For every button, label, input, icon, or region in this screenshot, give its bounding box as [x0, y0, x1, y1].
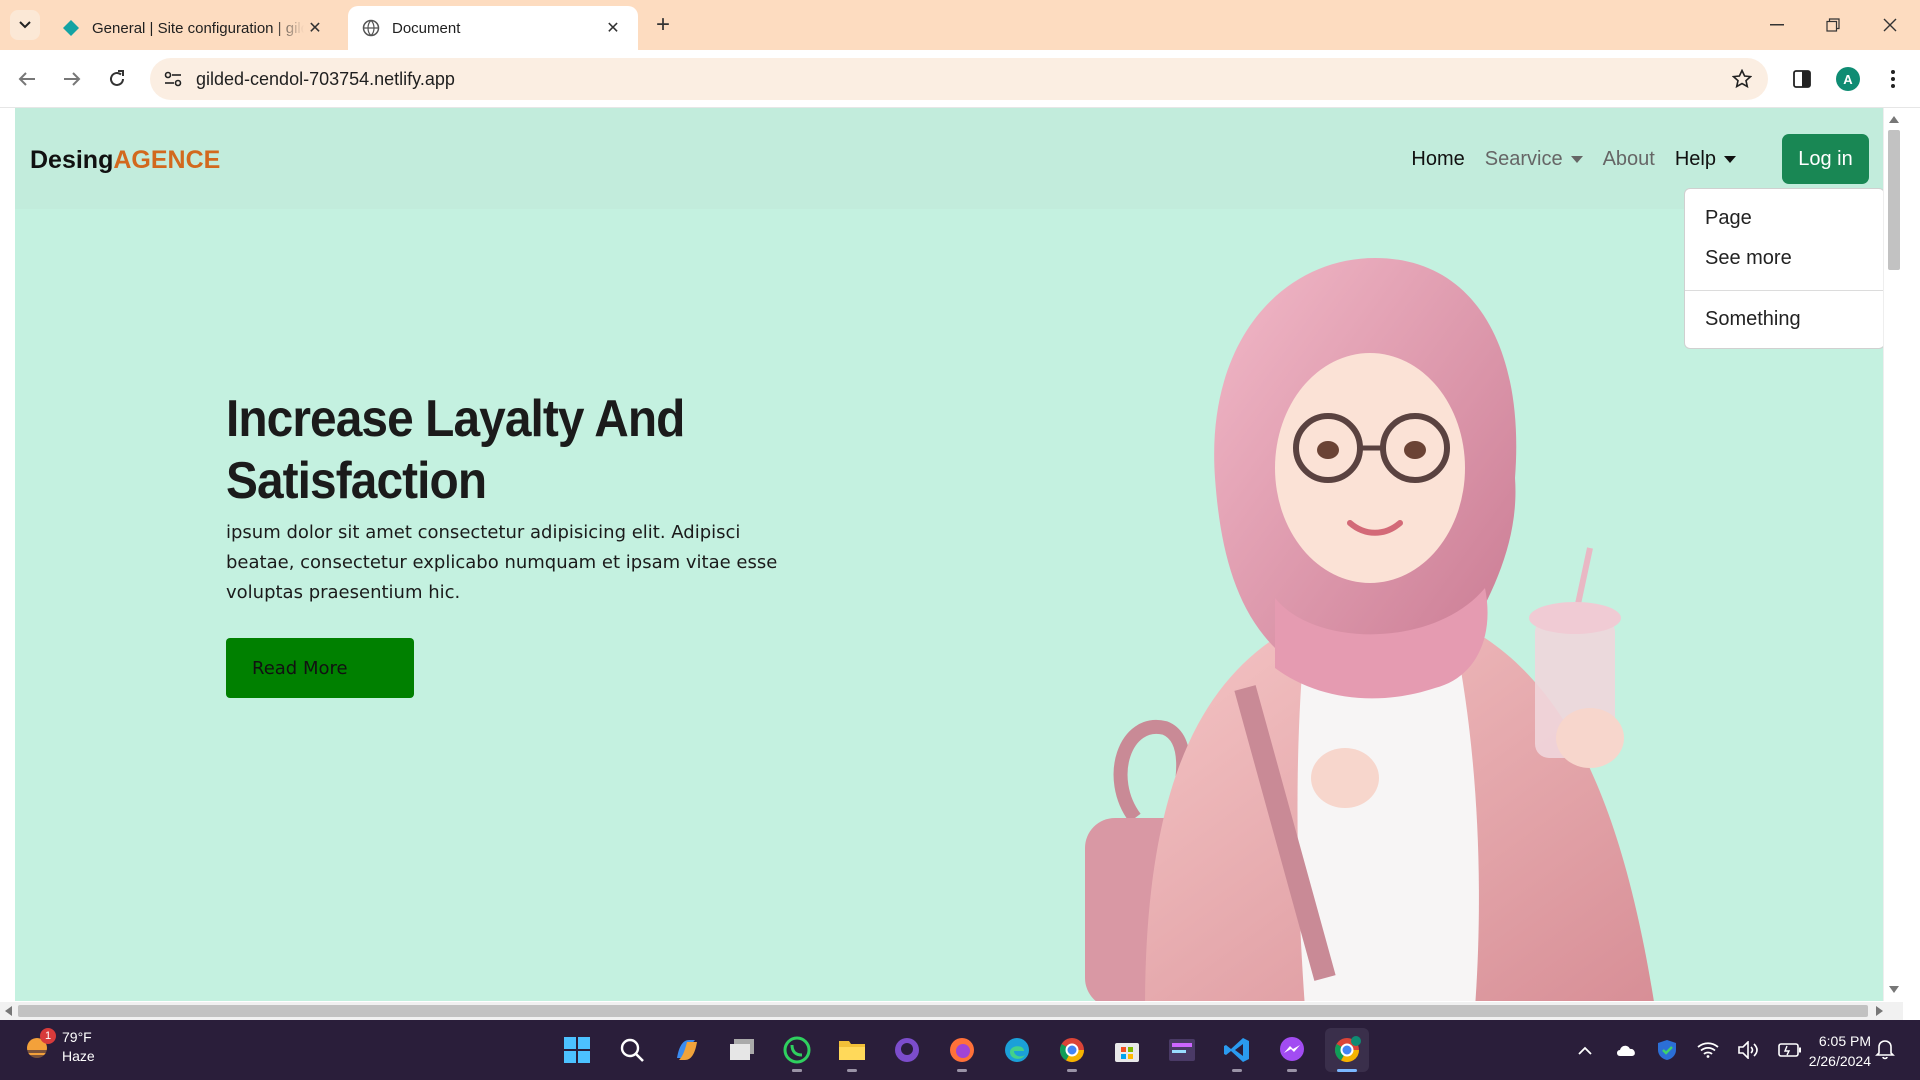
weather-badge: 1 — [40, 1028, 56, 1044]
minimize-icon[interactable] — [1760, 8, 1794, 42]
hero-title: Increase Layalty And Satisfaction — [226, 390, 685, 510]
reload-icon[interactable] — [102, 64, 132, 94]
close-window-icon[interactable] — [1873, 8, 1907, 42]
new-tab-button[interactable]: + — [650, 11, 676, 38]
bookmark-star-icon[interactable] — [1730, 67, 1754, 91]
horizontal-scroll-thumb[interactable] — [18, 1005, 1868, 1017]
caret-down-icon — [1724, 155, 1736, 163]
close-tab-icon[interactable]: ✕ — [602, 17, 624, 39]
caret-down-icon — [1570, 155, 1583, 163]
weather-temp: 79°F — [62, 1029, 92, 1045]
site-info-icon[interactable] — [162, 68, 184, 90]
volume-icon[interactable] — [1734, 1035, 1764, 1065]
nav-help-label: Help — [1674, 147, 1716, 170]
nav-about[interactable]: About — [1603, 148, 1655, 171]
vertical-scrollbar[interactable] — [1883, 108, 1903, 1001]
microsoft-store-icon[interactable] — [1105, 1028, 1149, 1072]
windows-start-icon[interactable] — [555, 1028, 599, 1072]
nav-searvice-label: Searvice — [1484, 147, 1563, 170]
copilot-icon[interactable] — [665, 1028, 709, 1072]
chevron-up-icon[interactable] — [1570, 1035, 1600, 1065]
dropdown-item-page[interactable]: Page — [1685, 207, 1884, 230]
hero-description: ipsum dolor sit amet consectetur adipisi… — [226, 522, 778, 603]
brand-accent: AGENCE — [113, 146, 221, 174]
nav-home-label: Home — [1411, 147, 1465, 170]
site-navbar: DesingAGENCE Home Searvice About Help Lo… — [15, 108, 1883, 209]
weather-sun-icon: 1 — [22, 1028, 56, 1062]
nav-searvice[interactable]: Searvice — [1485, 148, 1583, 171]
taskbar-clock[interactable]: 6:05 PM 2/26/2024 — [1795, 1031, 1871, 1071]
read-more-button[interactable]: Read More — [226, 638, 414, 698]
github-icon[interactable] — [885, 1028, 929, 1072]
system-tray — [1570, 1035, 1816, 1065]
app-icon[interactable] — [1160, 1028, 1204, 1072]
messenger-icon[interactable] — [1270, 1028, 1314, 1072]
whatsapp-icon[interactable] — [775, 1028, 819, 1072]
weather-widget[interactable]: 1 79°F Haze — [22, 1028, 95, 1066]
nav-help[interactable]: Help — [1675, 148, 1736, 171]
scroll-down-arrow-icon[interactable] — [1889, 986, 1899, 993]
tab-strip: General | Site configuration | gilded-ce… — [0, 0, 1920, 50]
tab-site-configuration[interactable]: General | Site configuration | gilded-ce… — [48, 6, 340, 50]
page-viewport: DesingAGENCE Home Searvice About Help Lo… — [0, 108, 1920, 1001]
clock-date: 2/26/2024 — [1808, 1053, 1871, 1069]
nav-home[interactable]: Home — [1411, 148, 1464, 171]
kebab-menu-icon[interactable] — [1878, 64, 1908, 94]
scroll-right-arrow-icon[interactable] — [1876, 1006, 1883, 1016]
chrome-icon[interactable] — [1050, 1028, 1094, 1072]
netlify-diamond-icon — [62, 19, 80, 37]
login-button[interactable]: Log in — [1782, 134, 1869, 184]
nav-links: Home Searvice About Help — [1411, 134, 1756, 184]
chrome-profile-icon[interactable] — [1325, 1028, 1369, 1072]
chevron-down-icon — [19, 21, 31, 29]
task-view-icon[interactable] — [720, 1028, 764, 1072]
brand-logo[interactable]: DesingAGENCE — [30, 146, 220, 175]
profile-avatar[interactable]: A — [1833, 64, 1863, 94]
file-explorer-icon[interactable] — [830, 1028, 874, 1072]
search-icon[interactable] — [610, 1028, 654, 1072]
dropdown-item-see-more[interactable]: See more — [1685, 247, 1884, 270]
vertical-scroll-thumb[interactable] — [1888, 130, 1900, 270]
nav-about-label: About — [1602, 147, 1655, 170]
tab-title: Document — [392, 19, 461, 37]
clock-time: 6:05 PM — [1818, 1033, 1871, 1049]
tab-search-button[interactable] — [10, 10, 40, 40]
brand-primary: Desing — [30, 146, 114, 174]
hero-illustration — [1085, 258, 1654, 1001]
forward-arrow-icon[interactable] — [57, 64, 87, 94]
weather-condition: Haze — [62, 1048, 95, 1064]
vscode-icon[interactable] — [1215, 1028, 1259, 1072]
globe-icon — [362, 19, 380, 37]
back-arrow-icon[interactable] — [12, 64, 42, 94]
dropdown-divider — [1685, 290, 1884, 291]
scroll-left-arrow-icon[interactable] — [5, 1006, 12, 1016]
wifi-icon[interactable] — [1693, 1035, 1723, 1065]
restore-icon[interactable] — [1816, 8, 1850, 42]
firefox-icon[interactable] — [940, 1028, 984, 1072]
help-dropdown-menu: Page See more Something — [1684, 188, 1885, 349]
tab-title: General | Site configuration | gilded-ce… — [92, 19, 304, 37]
edge-icon[interactable] — [995, 1028, 1039, 1072]
tab-document[interactable]: Document ✕ — [348, 6, 638, 50]
horizontal-scrollbar[interactable] — [0, 1002, 1903, 1020]
close-tab-icon[interactable]: ✕ — [304, 17, 326, 39]
browser-toolbar: gilded-cendol-703754.netlify.app A — [0, 50, 1920, 108]
avatar: A — [1836, 67, 1860, 91]
address-bar[interactable]: gilded-cendol-703754.netlify.app — [150, 58, 1768, 100]
side-panel-icon[interactable] — [1787, 64, 1817, 94]
windows-taskbar: 1 79°F Haze 6:05 PM 2/26/2024 — [0, 1020, 1920, 1080]
taskbar-apps — [555, 1028, 1380, 1072]
notification-bell-icon[interactable] — [1875, 1038, 1899, 1062]
dropdown-item-something[interactable]: Something — [1685, 308, 1884, 331]
scroll-up-arrow-icon[interactable] — [1889, 116, 1899, 123]
security-shield-icon[interactable] — [1652, 1035, 1682, 1065]
landing-page: DesingAGENCE Home Searvice About Help Lo… — [15, 108, 1883, 1001]
url-text: gilded-cendol-703754.netlify.app — [196, 68, 455, 89]
onedrive-cloud-icon[interactable] — [1611, 1035, 1641, 1065]
